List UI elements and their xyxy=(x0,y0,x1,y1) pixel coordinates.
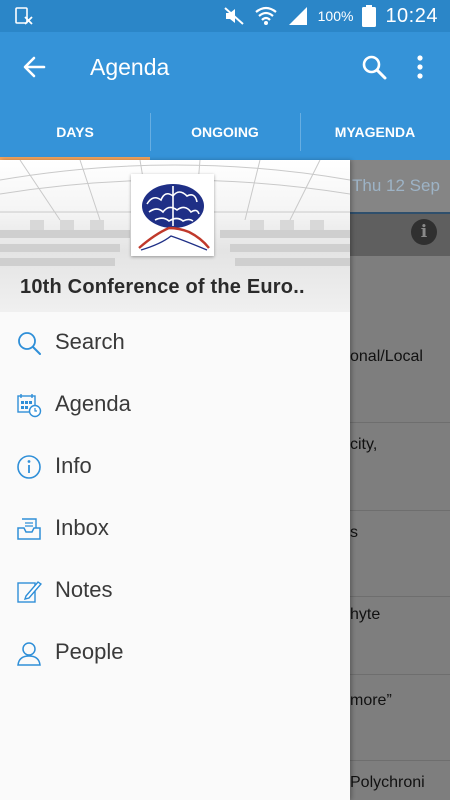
list-item-text: city, xyxy=(350,436,378,453)
status-bar: 100% 10:24 xyxy=(0,0,450,32)
conference-logo xyxy=(131,174,214,256)
sim-card-icon xyxy=(15,7,33,25)
conference-title: 10th Conference of the Euro.. xyxy=(20,276,305,298)
list-item-text: more” xyxy=(350,692,392,709)
drawer-item-label: Search xyxy=(55,329,125,354)
mute-icon xyxy=(223,7,244,25)
tab-ongoing[interactable]: ONGOING xyxy=(150,104,300,160)
page-title: Agenda xyxy=(90,54,170,80)
back-arrow-icon[interactable] xyxy=(20,52,50,82)
drawer-item-label: Agenda xyxy=(55,391,131,416)
drawer-item-label: Notes xyxy=(55,577,113,602)
divider xyxy=(350,596,450,597)
person-icon xyxy=(17,642,41,666)
battery-percent: 100% xyxy=(317,8,354,24)
drawer-item-agenda[interactable]: Agenda xyxy=(0,374,350,436)
tab-bar: DAYS ONGOING MYAGENDA xyxy=(0,104,450,160)
drawer-item-notes[interactable]: Notes xyxy=(0,560,350,622)
info-icon[interactable]: i xyxy=(411,219,437,245)
search-icon xyxy=(18,332,41,355)
drawer-item-label: Inbox xyxy=(55,515,109,540)
drawer-item-search[interactable]: Search xyxy=(0,312,350,374)
drawer-item-inbox[interactable]: Inbox xyxy=(0,498,350,560)
tab-myagenda[interactable]: MYAGENDA xyxy=(300,104,450,160)
divider xyxy=(350,674,450,675)
clock: 10:24 xyxy=(385,4,438,27)
more-vert-icon[interactable] xyxy=(410,52,430,82)
date-label: Thu 12 Sep xyxy=(352,176,440,195)
drawer-item-info[interactable]: Info xyxy=(0,436,350,498)
wifi-icon xyxy=(254,6,277,25)
agenda-list-dimmed[interactable]: Thu 12 Sep i onal/Local city, s hyte mor… xyxy=(350,160,450,800)
drawer-item-label: People xyxy=(55,639,124,664)
drawer-item-people[interactable]: People xyxy=(0,622,350,684)
list-item-text: s xyxy=(350,524,358,541)
calendar-icon xyxy=(17,394,42,418)
search-icon[interactable] xyxy=(361,54,387,80)
navigation-drawer: 10th Conference of the Euro.. Search Age… xyxy=(0,160,350,800)
drawer-header: 10th Conference of the Euro.. xyxy=(0,160,350,312)
divider xyxy=(350,422,450,423)
notes-icon xyxy=(17,581,42,603)
list-item-text: onal/Local xyxy=(350,348,423,365)
battery-icon xyxy=(362,5,377,27)
tab-days[interactable]: DAYS xyxy=(0,104,150,160)
date-selector[interactable]: Thu 12 Sep xyxy=(350,160,450,212)
drawer-item-label: Info xyxy=(55,453,92,478)
divider xyxy=(350,760,450,761)
info-icon xyxy=(17,455,41,479)
inbox-icon xyxy=(17,518,41,540)
divider xyxy=(350,510,450,511)
list-item-text: Polychroni xyxy=(350,774,425,791)
list-item-text: hyte xyxy=(350,606,381,623)
signal-icon xyxy=(288,7,307,25)
app-bar: Agenda xyxy=(0,32,450,104)
